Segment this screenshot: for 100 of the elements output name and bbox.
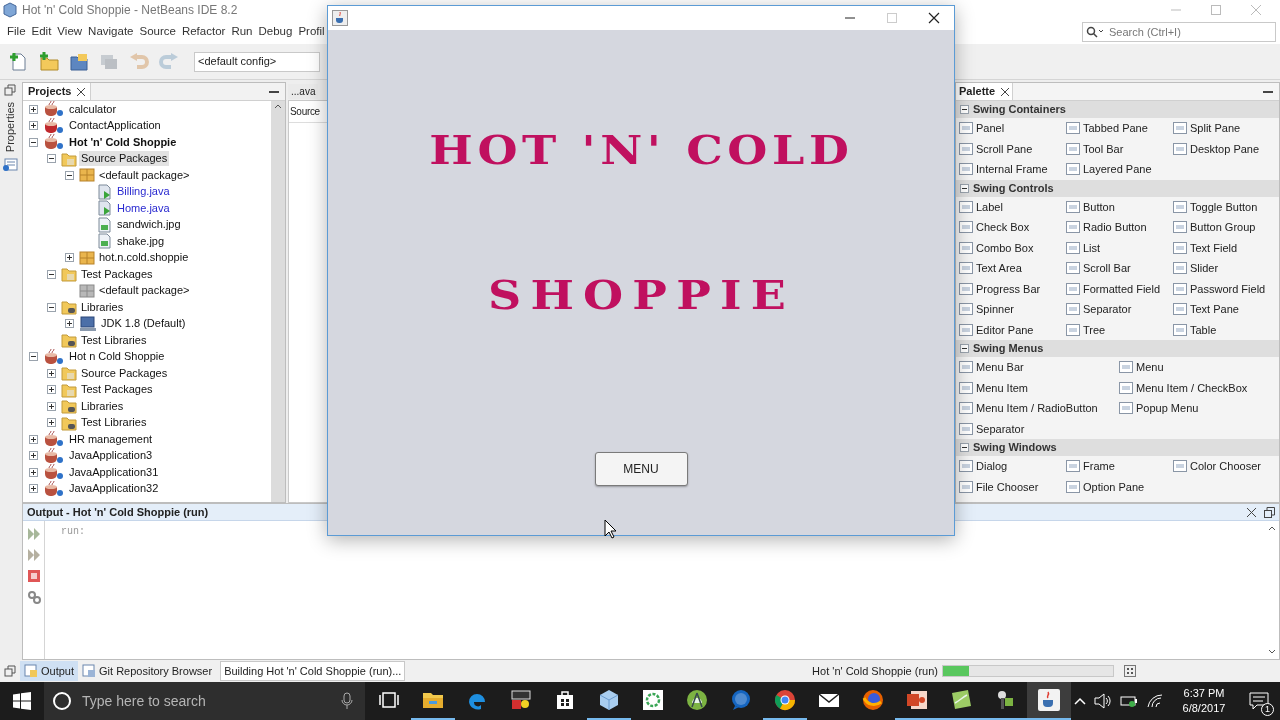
project-node[interactable]: JavaApplication3 (67, 448, 155, 464)
project-node[interactable]: Hot 'n' Cold Shoppie (67, 134, 179, 150)
component-entry[interactable]: Progress Bar (959, 278, 1066, 299)
project-node[interactable]: Libraries (79, 398, 126, 414)
project-node[interactable]: shake.jpg (115, 233, 167, 249)
battery-icon[interactable] (1120, 694, 1138, 708)
project-node[interactable]: Test Packages (79, 382, 155, 398)
close-icon[interactable] (1001, 87, 1010, 96)
palette-section-header[interactable]: Swing Controls (956, 179, 1279, 197)
component-entry[interactable]: Frame (1066, 456, 1173, 477)
minimize-icon[interactable] (269, 90, 279, 93)
component-entry[interactable]: Tool Bar (1066, 138, 1173, 159)
component-entry[interactable]: Tabbed Pane (1066, 118, 1173, 139)
palette-section-header[interactable]: Swing Windows (956, 439, 1279, 456)
palette-section-header[interactable]: Swing Containers (956, 101, 1279, 118)
project-node[interactable]: JavaApplication32 (67, 481, 161, 497)
menu-item[interactable]: View (54, 23, 86, 41)
scroll-up-icon[interactable] (1268, 525, 1276, 531)
menu-item[interactable]: Run (228, 23, 256, 41)
menu-item[interactable]: Edit (28, 23, 55, 41)
component-entry[interactable]: Menu (1119, 357, 1279, 378)
project-node[interactable]: ContactApplication (67, 118, 163, 134)
component-entry[interactable]: Internal Frame (959, 159, 1066, 180)
menu-item[interactable]: Source (136, 23, 179, 41)
collapse-toggle[interactable] (960, 105, 969, 114)
memory-icon[interactable] (1124, 665, 1136, 677)
collapse-toggle[interactable] (47, 269, 56, 279)
component-entry[interactable]: Toggle Button (1173, 196, 1279, 217)
component-entry[interactable]: Separator (1066, 299, 1173, 320)
menu-item[interactable]: Refactor (178, 23, 229, 41)
cup-icon[interactable] (1037, 688, 1061, 712)
component-entry[interactable]: Menu Bar (959, 357, 1119, 378)
collapse-toggle[interactable] (47, 154, 56, 164)
bottom-tab[interactable]: Output (20, 661, 79, 681)
taskbar-app[interactable] (1027, 682, 1071, 720)
collapse-toggle[interactable] (47, 302, 56, 312)
menu-item[interactable]: Debug (255, 23, 296, 41)
project-node[interactable]: JDK 1.8 (Default) (99, 316, 188, 332)
menu-item[interactable]: Profil (295, 23, 328, 41)
browser-wheel-icon[interactable] (773, 688, 797, 712)
close-icon[interactable] (77, 87, 86, 96)
component-entry[interactable]: Text Area (959, 258, 1066, 279)
tiles-icon[interactable] (509, 688, 533, 712)
volume-icon[interactable] (1094, 693, 1112, 709)
expand-toggle[interactable] (47, 385, 56, 395)
project-node[interactable]: Test Libraries (79, 415, 149, 431)
component-entry[interactable]: Combo Box (959, 237, 1066, 258)
project-node[interactable]: Billing.java (115, 184, 172, 200)
globe-icon[interactable] (861, 688, 885, 712)
component-entry[interactable]: Tree (1066, 319, 1173, 340)
taskbar-search-field[interactable]: Type here to search (44, 682, 365, 720)
restore-icon[interactable] (1264, 506, 1275, 518)
project-node[interactable]: Source Packages (79, 151, 170, 167)
restore-icon[interactable] (4, 665, 16, 677)
view-tab[interactable]: Projects (23, 83, 92, 100)
project-node[interactable]: hot.n.cold.shoppie (97, 250, 191, 266)
cube-icon[interactable] (597, 688, 621, 712)
expand-toggle[interactable] (47, 418, 56, 428)
component-entry[interactable]: Password Field (1173, 278, 1279, 299)
expand-toggle[interactable] (65, 319, 74, 329)
palette-section-header[interactable]: Swing Menus (956, 340, 1279, 357)
search-field[interactable]: Search (Ctrl+I) (1082, 22, 1276, 42)
expand-toggle[interactable] (29, 484, 38, 494)
expand-toggle[interactable] (47, 368, 56, 378)
expand-toggle[interactable] (29, 104, 38, 114)
expand-toggle[interactable] (29, 121, 38, 131)
project-node[interactable]: Libraries (79, 299, 126, 315)
expand-toggle[interactable] (29, 467, 38, 477)
leaf-tile-icon[interactable] (949, 688, 973, 712)
component-entry[interactable]: Button Group (1173, 217, 1279, 238)
component-entry[interactable]: Popup Menu (1119, 398, 1279, 419)
component-entry[interactable]: Editor Pane (959, 319, 1066, 340)
component-entry[interactable]: File Chooser (959, 476, 1066, 497)
editor-tab[interactable]: ...ava (288, 83, 319, 99)
component-entry[interactable]: Menu Item (959, 377, 1119, 398)
project-node[interactable]: JavaApplication31 (67, 464, 161, 480)
source-tab[interactable]: Source (289, 104, 320, 119)
chevron-up-icon[interactable] (1074, 697, 1086, 705)
component-entry[interactable]: Table (1173, 319, 1279, 340)
expand-toggle[interactable] (29, 434, 38, 444)
project-node[interactable]: calculator (67, 101, 119, 117)
component-entry[interactable]: Layered Pane (1066, 159, 1173, 180)
component-entry[interactable]: Split Pane (1173, 118, 1279, 139)
project-node[interactable]: Home.java (115, 200, 172, 216)
component-entry[interactable]: Color Chooser (1173, 456, 1279, 477)
project-node[interactable]: <default package> (97, 283, 192, 299)
expand-toggle[interactable] (47, 401, 56, 411)
component-entry[interactable]: Scroll Bar (1066, 258, 1173, 279)
project-node[interactable]: Hot n Cold Shoppie (67, 349, 167, 365)
scroll-bar[interactable] (271, 101, 285, 502)
component-entry[interactable]: Formatted Field (1066, 278, 1173, 299)
component-entry[interactable]: Spinner (959, 299, 1066, 320)
notification-button[interactable]: 1 (1244, 686, 1274, 716)
component-entry[interactable]: Desktop Pane (1173, 138, 1279, 159)
project-node[interactable]: Source Packages (79, 365, 170, 381)
minimize-icon[interactable] (1263, 90, 1273, 93)
component-entry[interactable]: Separator (959, 418, 1119, 439)
close-icon[interactable] (1247, 507, 1256, 517)
collapse-toggle[interactable] (29, 137, 38, 147)
project-node[interactable]: sandwich.jpg (115, 217, 183, 233)
